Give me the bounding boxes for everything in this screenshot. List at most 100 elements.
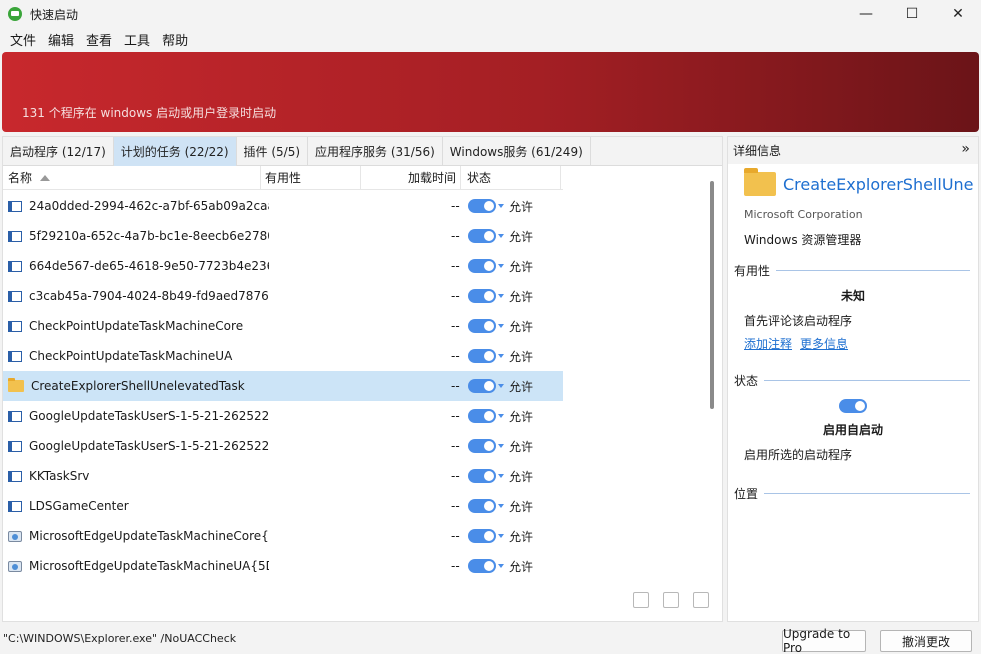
tab-startup-programs[interactable]: 启动程序 (12/17) xyxy=(3,137,114,166)
table-row[interactable]: CreateExplorerShellUnelevatedTask -- 允许 xyxy=(3,371,563,401)
row-load-time: -- xyxy=(451,469,460,483)
table-row[interactable]: MicrosoftEdgeUpdateTaskMachineUA{5D078..… xyxy=(3,551,563,581)
row-state: 允许 xyxy=(509,229,534,244)
row-state: 允许 xyxy=(509,319,534,334)
add-note-link[interactable]: 添加注释 xyxy=(744,335,792,352)
menu-tools[interactable]: 工具 xyxy=(118,30,156,49)
menu-help[interactable]: 帮助 xyxy=(156,30,194,49)
state-value: 启用自启动 xyxy=(822,423,883,437)
chevron-down-icon[interactable] xyxy=(498,414,504,418)
folder-icon xyxy=(744,168,776,196)
section-divider xyxy=(776,270,970,271)
close-button[interactable]: ✕ xyxy=(935,0,981,28)
undo-changes-button[interactable]: 撤消更改 xyxy=(880,630,972,652)
upgrade-button[interactable]: Upgrade to Pro xyxy=(782,627,866,654)
folder-icon xyxy=(8,378,24,392)
enable-toggle[interactable] xyxy=(468,379,496,393)
enable-toggle[interactable] xyxy=(468,259,496,273)
chevron-down-icon[interactable] xyxy=(498,564,504,568)
table-row[interactable]: c3cab45a-7904-4024-8b49-fd9aed7876f5 -- 允许 xyxy=(3,281,563,311)
row-name: 24a0dded-2994-462c-a7bf-65ab09a2caa8 xyxy=(29,199,269,213)
table-row[interactable]: GoogleUpdateTaskUserS-1-5-21-2625227694.… xyxy=(3,431,563,461)
tab-windows-services[interactable]: Windows服务 (61/249) xyxy=(443,137,591,166)
chevron-down-icon[interactable] xyxy=(498,204,504,208)
menu-view[interactable]: 查看 xyxy=(80,30,118,49)
column-state[interactable]: 状态 xyxy=(461,166,561,189)
chevron-down-icon[interactable] xyxy=(498,324,504,328)
column-usefulness[interactable]: 有用性 xyxy=(261,166,361,189)
usefulness-section: 有用性 xyxy=(728,262,978,279)
chevron-down-icon[interactable] xyxy=(498,474,504,478)
enable-toggle[interactable] xyxy=(468,349,496,363)
table-row[interactable]: MicrosoftEdgeUpdateTaskMachineCore{E391.… xyxy=(3,521,563,551)
enable-toggle[interactable] xyxy=(468,559,496,573)
expand-icon[interactable]: » xyxy=(961,141,970,157)
maximize-button[interactable]: ☐ xyxy=(889,0,935,28)
enable-toggle[interactable] xyxy=(468,469,496,483)
table-row[interactable]: GoogleUpdateTaskUserS-1-5-21-2625227694.… xyxy=(3,401,563,431)
table-row[interactable]: CheckPointUpdateTaskMachineCore -- 允许 xyxy=(3,311,563,341)
enable-toggle[interactable] xyxy=(468,529,496,543)
task-icon xyxy=(8,470,22,482)
chevron-down-icon[interactable] xyxy=(498,444,504,448)
chevron-down-icon[interactable] xyxy=(498,234,504,238)
search-online-icon[interactable] xyxy=(693,592,709,608)
table-row[interactable]: CheckPointUpdateTaskMachineUA -- 允许 xyxy=(3,341,563,371)
more-info-link[interactable]: 更多信息 xyxy=(800,335,848,352)
enable-toggle[interactable] xyxy=(468,409,496,423)
column-load-time[interactable]: 加载时间 xyxy=(361,166,461,189)
minimize-button[interactable]: — xyxy=(843,0,889,28)
row-load-time: -- xyxy=(451,439,460,453)
location-section-label: 位置 xyxy=(734,487,759,501)
enable-toggle[interactable] xyxy=(468,289,496,303)
enable-toggle[interactable] xyxy=(468,319,496,333)
tab-scheduled-tasks[interactable]: 计划的任务 (22/22) xyxy=(113,137,237,166)
chevron-down-icon[interactable] xyxy=(498,504,504,508)
details-header-label: 详细信息 xyxy=(733,144,782,158)
tab-plugins[interactable]: 插件 (5/5) xyxy=(237,137,309,166)
table-row[interactable]: 24a0dded-2994-462c-a7bf-65ab09a2caa8 -- 允许 xyxy=(3,191,563,221)
table-row[interactable]: 5f29210a-652c-4a7b-bc1e-8eecb6e2780a -- 允许 xyxy=(3,221,563,251)
chevron-down-icon[interactable] xyxy=(498,534,504,538)
enable-toggle[interactable] xyxy=(468,499,496,513)
enable-toggle[interactable] xyxy=(468,199,496,213)
app-icon xyxy=(8,7,22,21)
details-header: 详细信息 » xyxy=(728,137,978,164)
menu-file[interactable]: 文件 xyxy=(4,30,42,49)
row-load-time: -- xyxy=(451,199,460,213)
row-state: 允许 xyxy=(509,439,534,454)
details-panel: 详细信息 » CreateExplorerShellUnel... Micros… xyxy=(727,136,979,622)
tab-app-services[interactable]: 应用程序服务 (31/56) xyxy=(308,137,443,166)
summary-banner: 131 个程序在 windows 启动或用户登录时启动 xyxy=(2,52,979,132)
row-state: 允许 xyxy=(509,409,534,424)
edge-icon xyxy=(8,560,22,572)
details-links: 添加注释 更多信息 xyxy=(728,335,978,352)
menu-edit[interactable]: 编辑 xyxy=(42,30,80,49)
row-load-time: -- xyxy=(451,289,460,303)
chevron-down-icon[interactable] xyxy=(498,294,504,298)
row-state: 允许 xyxy=(509,199,534,214)
enable-toggle[interactable] xyxy=(468,439,496,453)
column-name[interactable]: 名称 xyxy=(3,166,261,189)
vertical-scrollbar[interactable] xyxy=(710,181,714,409)
row-name: 5f29210a-652c-4a7b-bc1e-8eecb6e2780a xyxy=(29,229,269,243)
row-state: 允许 xyxy=(509,499,534,514)
row-name: GoogleUpdateTaskUserS-1-5-21-2625227694.… xyxy=(29,439,269,453)
open-file-icon[interactable] xyxy=(663,592,679,608)
table-row[interactable]: LDSGameCenter -- 允许 xyxy=(3,491,563,521)
task-icon xyxy=(8,230,22,242)
table-row[interactable]: KKTaskSrv -- 允许 xyxy=(3,461,563,491)
column-header: 名称 有用性 加载时间 状态 xyxy=(3,166,563,190)
chevron-down-icon[interactable] xyxy=(498,354,504,358)
enable-toggle[interactable] xyxy=(839,399,867,413)
edge-icon xyxy=(8,530,22,542)
usefulness-section-label: 有用性 xyxy=(734,264,771,278)
chevron-down-icon[interactable] xyxy=(498,384,504,388)
enable-toggle[interactable] xyxy=(468,229,496,243)
banner-text: 131 个程序在 windows 启动或用户登录时启动 xyxy=(22,106,277,120)
task-icon xyxy=(8,320,22,332)
window-controls: — ☐ ✕ xyxy=(843,0,981,28)
table-row[interactable]: 664de567-de65-4618-9e50-7723b4e2360d -- 允许 xyxy=(3,251,563,281)
delete-icon[interactable] xyxy=(633,592,649,608)
chevron-down-icon[interactable] xyxy=(498,264,504,268)
